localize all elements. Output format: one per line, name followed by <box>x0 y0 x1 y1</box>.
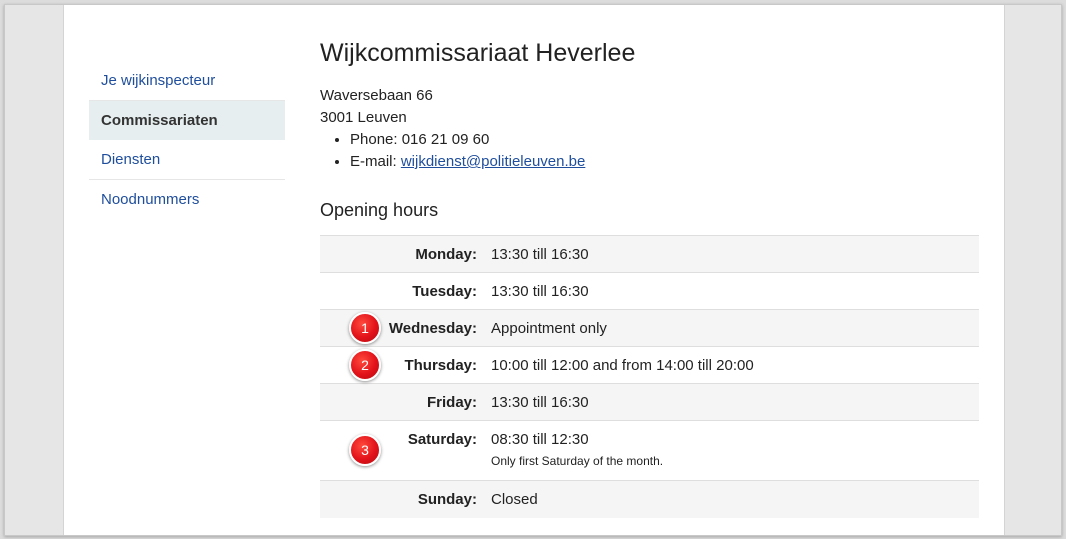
page-content: Je wijkinspecteur Commissariaten Dienste… <box>63 5 1005 535</box>
page-title: Wijkcommissariaat Heverlee <box>320 39 636 67</box>
hours-row-friday: Friday: 13:30 till 16:30 <box>320 383 979 421</box>
email-label: E-mail: <box>350 153 401 170</box>
contact-list: Phone: 016 21 09 60 E-mail: wijkdienst@p… <box>320 129 585 173</box>
email-link[interactable]: wijkdienst@politieleuven.be <box>401 153 586 170</box>
email-item: E-mail: wijkdienst@politieleuven.be <box>350 151 585 173</box>
opening-hours-table: Monday: 13:30 till 16:30 Tuesday: 13:30 … <box>320 235 979 518</box>
day-label: Thursday: <box>320 346 491 384</box>
annotation-marker-3: 3 <box>349 434 381 466</box>
phone-item: Phone: 016 21 09 60 <box>350 129 585 151</box>
sidebar-item-je-wijkinspecteur[interactable]: Je wijkinspecteur <box>89 61 285 101</box>
screenshot-frame: Je wijkinspecteur Commissariaten Dienste… <box>4 4 1062 536</box>
time-value: Appointment only <box>491 309 979 347</box>
address-city: 3001 Leuven <box>320 109 407 126</box>
hours-row-saturday: Saturday: 08:30 till 12:30 Only first Sa… <box>320 420 979 481</box>
time-value: 13:30 till 16:30 <box>491 235 979 273</box>
time-value: Closed <box>491 480 979 518</box>
time-note: Only first Saturday of the month. <box>491 454 664 468</box>
hours-row-monday: Monday: 13:30 till 16:30 <box>320 235 979 273</box>
opening-hours-heading: Opening hours <box>320 200 439 220</box>
hours-row-wednesday: Wednesday: Appointment only <box>320 309 979 347</box>
hours-row-thursday: Thursday: 10:00 till 12:00 and from 14:0… <box>320 346 979 384</box>
address: Waversebaan 66 3001 Leuven <box>320 85 433 129</box>
day-label: Wednesday: <box>320 309 491 347</box>
annotation-marker-1: 1 <box>349 312 381 344</box>
time-value-text: 08:30 till 12:30 <box>491 431 589 448</box>
time-value: 10:00 till 12:00 and from 14:00 till 20:… <box>491 346 979 384</box>
day-label: Friday: <box>320 383 491 421</box>
time-value: 08:30 till 12:30 Only first Saturday of … <box>491 420 979 481</box>
sidebar-item-commissariaten[interactable]: Commissariaten <box>89 101 285 140</box>
time-value: 13:30 till 16:30 <box>491 383 979 421</box>
day-label: Saturday: <box>320 420 491 481</box>
sidebar-item-diensten[interactable]: Diensten <box>89 140 285 180</box>
address-street: Waversebaan 66 <box>320 87 433 104</box>
annotation-marker-2: 2 <box>349 349 381 381</box>
sidebar-item-noodnummers[interactable]: Noodnummers <box>89 180 285 219</box>
day-label: Sunday: <box>320 480 491 518</box>
sidebar-nav: Je wijkinspecteur Commissariaten Dienste… <box>89 61 285 219</box>
day-label: Monday: <box>320 235 491 273</box>
day-label: Tuesday: <box>320 272 491 310</box>
hours-row-sunday: Sunday: Closed <box>320 480 979 518</box>
hours-row-tuesday: Tuesday: 13:30 till 16:30 <box>320 272 979 310</box>
time-value: 13:30 till 16:30 <box>491 272 979 310</box>
